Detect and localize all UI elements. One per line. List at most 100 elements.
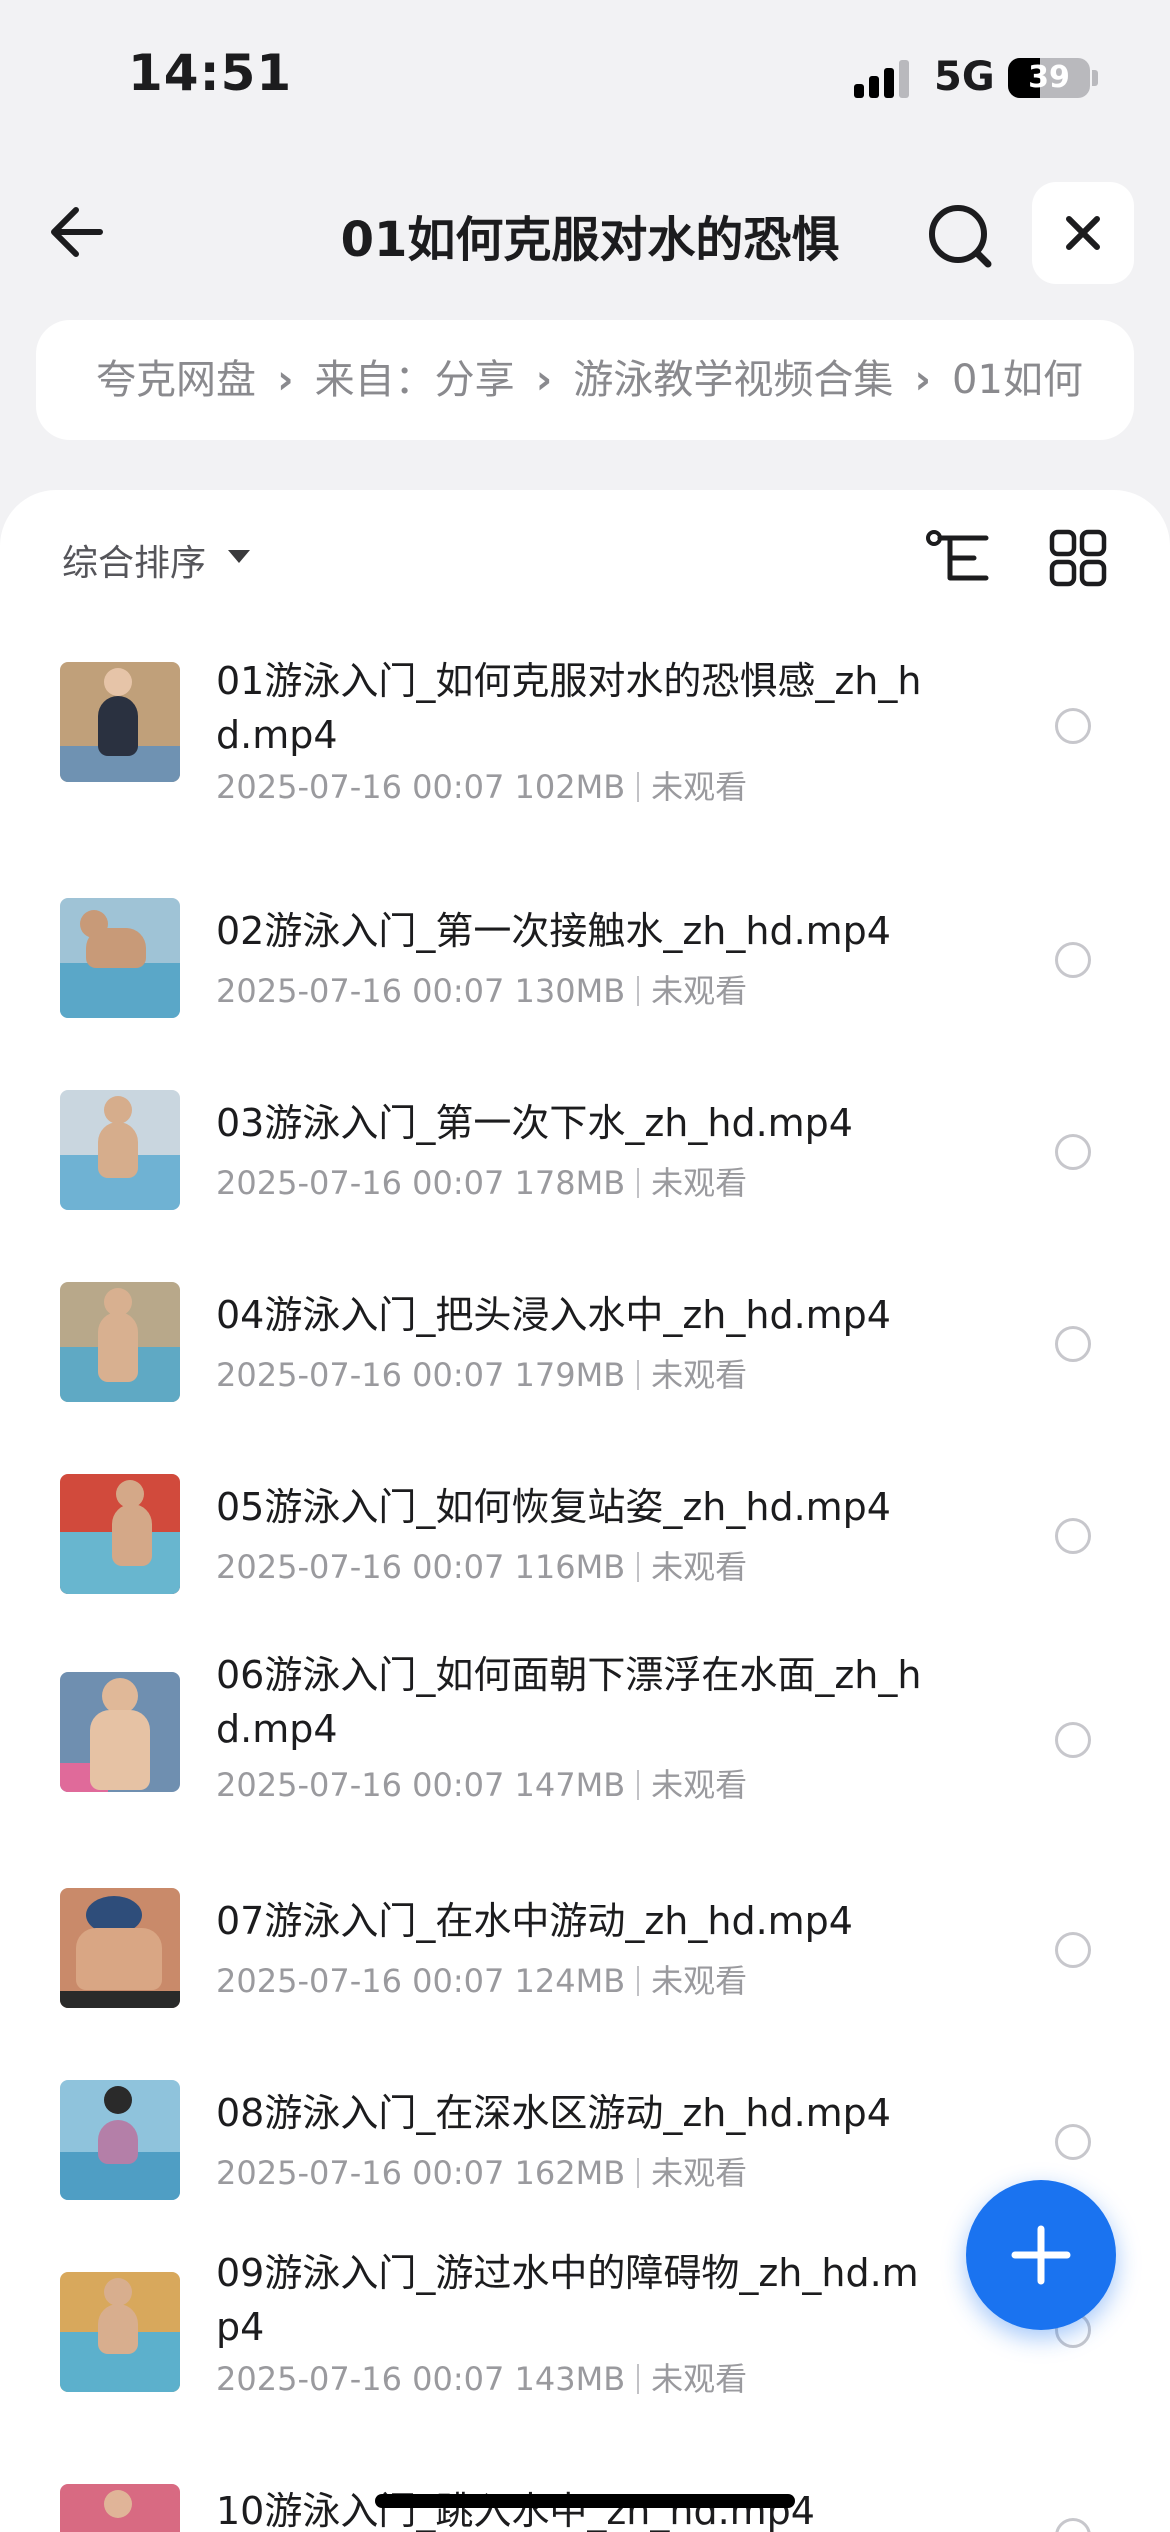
- list-item[interactable]: 04游泳入门_把头浸入水中_zh_hd.mp4 2025-07-16 00:07…: [0, 1246, 1170, 1438]
- select-checkbox[interactable]: [1055, 1722, 1091, 1758]
- select-checkbox[interactable]: [1055, 708, 1091, 744]
- file-date: 2025-07-16 00:07: [216, 972, 505, 1010]
- tree-view-button[interactable]: [924, 524, 994, 594]
- file-name: 03游泳入门_第一次下水_zh_hd.mp4: [216, 1101, 853, 1145]
- video-thumbnail: [60, 898, 180, 1018]
- caret-down-icon[interactable]: [228, 550, 250, 563]
- file-meta: 2025-07-16 00:07 178MB 未观看: [216, 1158, 747, 1204]
- file-name: 07游泳入门_在水中游动_zh_hd.mp4: [216, 1899, 853, 1943]
- list-item[interactable]: 01游泳入门_如何克服对水的恐惧感_zh_hd.mp4 2025-07-16 0…: [0, 640, 1170, 862]
- watch-status: 未观看: [651, 1766, 748, 1804]
- home-indicator[interactable]: [375, 2494, 795, 2508]
- list-item[interactable]: 02游泳入门_第一次接触水_zh_hd.mp4 2025-07-16 00:07…: [0, 862, 1170, 1054]
- file-meta: 2025-07-16 00:07 162MB 未观看: [216, 2148, 747, 2194]
- network-type: 5G: [934, 54, 995, 100]
- breadcrumb-separator: ›: [277, 357, 294, 403]
- file-size: 116MB: [514, 1548, 626, 1586]
- arrow-left-icon: [51, 207, 103, 257]
- file-meta: 2025-07-16 00:07 143MB 未观看: [216, 2354, 747, 2400]
- file-size: 124MB: [514, 1962, 626, 2000]
- video-thumbnail: [60, 1282, 180, 1402]
- tree-view-icon: [926, 530, 989, 581]
- file-date: 2025-07-16 00:07: [216, 1164, 505, 1202]
- file-date: 2025-07-16 00:07: [216, 768, 505, 806]
- list-item[interactable]: 03游泳入门_第一次下水_zh_hd.mp4 2025-07-16 00:07 …: [0, 1054, 1170, 1246]
- video-thumbnail: [60, 1474, 180, 1594]
- search-button[interactable]: [916, 192, 1006, 282]
- file-size: 102MB: [514, 768, 626, 806]
- file-date: 2025-07-16 00:07: [216, 2154, 505, 2192]
- file-name: 06游泳入门_如何面朝下漂浮在水面_zh_hd.mp4: [216, 1653, 922, 1751]
- video-thumbnail: [60, 1090, 180, 1210]
- file-date: 2025-07-16 00:07: [216, 1548, 505, 1586]
- search-icon: [929, 205, 992, 268]
- breadcrumb-item-share[interactable]: 来自：分享: [315, 320, 515, 440]
- file-date: 2025-07-16 00:07: [216, 1766, 505, 1804]
- close-button[interactable]: [1032, 182, 1134, 284]
- file-size: 162MB: [514, 2154, 626, 2192]
- watch-status: 未观看: [651, 1356, 748, 1394]
- file-meta: 2025-07-16 00:07 147MB 未观看: [216, 1760, 747, 1806]
- header: 01如何克服对水的恐惧: [0, 170, 1170, 290]
- watch-status: 未观看: [651, 768, 748, 806]
- select-checkbox[interactable]: [1055, 942, 1091, 978]
- breadcrumb: 夸克网盘 › 来自：分享 › 游泳教学视频合集 › 01如何: [36, 320, 1134, 440]
- file-name: 09游泳入门_游过水中的障碍物_zh_hd.mp4: [216, 2251, 919, 2349]
- video-thumbnail: [60, 1888, 180, 2008]
- video-thumbnail: [60, 2272, 180, 2392]
- battery-cap: [1092, 70, 1098, 86]
- file-meta: 2025-07-16 00:07 179MB 未观看: [216, 1350, 747, 1396]
- status-bar: 14:51 5G 39: [0, 0, 1170, 150]
- watch-status: 未观看: [651, 972, 748, 1010]
- file-name: 10游泳入门_跳入水中_zh_hd.mp4: [216, 2489, 815, 2532]
- file-meta: 2025-07-16 00:07 130MB 未观看: [216, 966, 747, 1012]
- video-thumbnail: [60, 662, 180, 782]
- file-meta: 2025-07-16 00:07 124MB 未观看: [216, 1956, 747, 2002]
- file-name: 01游泳入门_如何克服对水的恐惧感_zh_hd.mp4: [216, 659, 922, 757]
- back-button[interactable]: [40, 192, 120, 272]
- battery-level: 39: [1028, 60, 1070, 95]
- video-thumbnail: [60, 2484, 180, 2532]
- breadcrumb-item-current[interactable]: 01如何: [952, 320, 1083, 440]
- sort-dropdown[interactable]: 综合排序: [62, 534, 206, 586]
- file-size: 143MB: [514, 2360, 626, 2398]
- breadcrumb-separator: ›: [535, 357, 553, 403]
- video-thumbnail: [60, 1672, 180, 1792]
- select-checkbox[interactable]: [1055, 1932, 1091, 1968]
- breadcrumb-item-collection[interactable]: 游泳教学视频合集: [573, 320, 893, 440]
- grid-view-icon: [1049, 529, 1107, 587]
- watch-status: 未观看: [651, 1548, 748, 1586]
- plus-icon: [1011, 2225, 1071, 2285]
- file-name: 05游泳入门_如何恢复站姿_zh_hd.mp4: [216, 1485, 891, 1529]
- grid-view-button[interactable]: [1046, 524, 1110, 594]
- watch-status: 未观看: [651, 1164, 748, 1202]
- file-name: 02游泳入门_第一次接触水_zh_hd.mp4: [216, 909, 891, 953]
- status-time: 14:51: [128, 44, 293, 102]
- list-item[interactable]: 07游泳入门_在水中游动_zh_hd.mp4 2025-07-16 00:07 …: [0, 1852, 1170, 2044]
- file-size: 147MB: [514, 1766, 626, 1804]
- file-name: 04游泳入门_把头浸入水中_zh_hd.mp4: [216, 1293, 891, 1337]
- battery-icon: 39: [1008, 58, 1090, 98]
- select-checkbox[interactable]: [1055, 1134, 1091, 1170]
- file-meta: 2025-07-16 00:07 116MB 未观看: [216, 1542, 747, 1588]
- list-item[interactable]: 06游泳入门_如何面朝下漂浮在水面_zh_hd.mp4 2025-07-16 0…: [0, 1630, 1170, 1852]
- file-date: 2025-07-16 00:07: [216, 2360, 505, 2398]
- close-icon: [1066, 216, 1100, 250]
- file-name: 08游泳入门_在深水区游动_zh_hd.mp4: [216, 2091, 891, 2135]
- file-meta: 2025-07-16 00:07 102MB 未观看: [216, 762, 747, 808]
- file-date: 2025-07-16 00:07: [216, 1356, 505, 1394]
- select-checkbox[interactable]: [1055, 1326, 1091, 1362]
- file-size: 130MB: [514, 972, 626, 1010]
- breadcrumb-item-root[interactable]: 夸克网盘: [96, 320, 256, 440]
- signal-icon: [854, 60, 914, 98]
- add-button[interactable]: [966, 2180, 1116, 2330]
- watch-status: 未观看: [651, 2360, 748, 2398]
- video-thumbnail: [60, 2080, 180, 2200]
- watch-status: 未观看: [651, 1962, 748, 2000]
- page-title: 01如何克服对水的恐惧: [340, 212, 840, 268]
- select-checkbox[interactable]: [1055, 1518, 1091, 1554]
- list-item[interactable]: 05游泳入门_如何恢复站姿_zh_hd.mp4 2025-07-16 00:07…: [0, 1438, 1170, 1630]
- select-checkbox[interactable]: [1055, 2518, 1091, 2532]
- select-checkbox[interactable]: [1055, 2124, 1091, 2160]
- file-date: 2025-07-16 00:07: [216, 1962, 505, 2000]
